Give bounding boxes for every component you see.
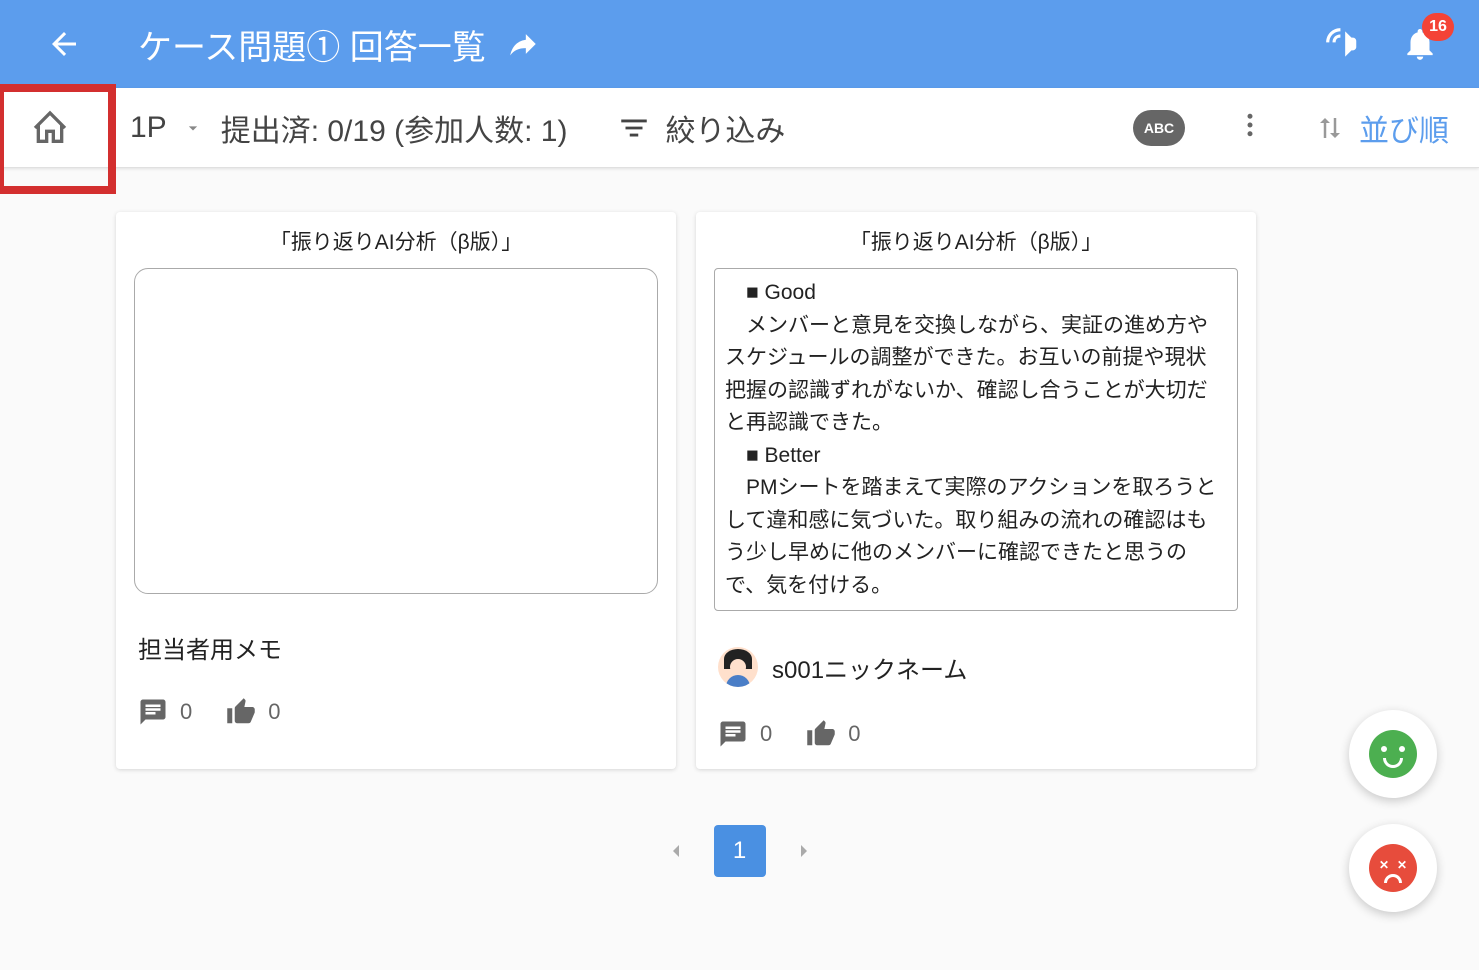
prev-page-button[interactable]: [656, 831, 696, 871]
like-count: 0: [848, 721, 860, 747]
happy-reaction-button[interactable]: [1349, 710, 1437, 798]
card-heading: 「振り返りAI分析（β版）」: [714, 226, 1238, 256]
card-heading: 「振り返りAI分析（β版）」: [134, 226, 658, 256]
toolbar: 1P 提出済: 0/19 (参加人数: 1) 絞り込み ABC 並び順: [0, 88, 1479, 168]
comment-icon: [138, 697, 168, 727]
card-content: ■ Good メンバーと意見を交換しながら、実証の進め方やスケジュールの調整がで…: [714, 268, 1238, 611]
avatar: [718, 647, 758, 687]
more-options-button[interactable]: [1235, 110, 1265, 145]
toolbar-right: ABC 並び順: [1133, 106, 1479, 150]
filter-icon: [617, 111, 651, 145]
author-name: s001ニックネーム: [772, 650, 967, 685]
page-label: 1P: [130, 111, 167, 145]
pagination: 1: [0, 825, 1479, 877]
chevron-down-icon: [183, 118, 203, 138]
page-title: ケース問題① 回答一覧: [138, 20, 486, 69]
more-vert-icon: [1235, 110, 1265, 140]
like-count: 0: [268, 699, 280, 725]
card-author: 担当者用メモ: [134, 630, 658, 665]
card-actions: 0 0: [714, 719, 1238, 749]
comment-count: 0: [180, 699, 192, 725]
happy-face-icon: [1369, 730, 1417, 778]
submission-status: 提出済: 0/19 (参加人数: 1): [221, 106, 568, 150]
like-button[interactable]: 0: [226, 697, 280, 727]
header-bar: ケース問題① 回答一覧 16: [0, 0, 1479, 88]
card-author: s001ニックネーム: [714, 647, 1238, 687]
notification-button[interactable]: 16: [1401, 25, 1439, 63]
sort-label: 並び順: [1359, 106, 1449, 150]
thumbs-up-icon: [806, 719, 836, 749]
arrow-left-icon: [46, 26, 82, 62]
sort-icon: [1315, 113, 1345, 143]
comment-icon: [718, 719, 748, 749]
like-button[interactable]: 0: [806, 719, 860, 749]
filter-button[interactable]: 絞り込み: [617, 106, 785, 150]
megaphone-icon: [1323, 25, 1361, 63]
card-actions: 0 0: [134, 697, 658, 727]
back-button[interactable]: [40, 20, 88, 68]
header-right: 16: [1323, 25, 1459, 63]
content-grid: 「振り返りAI分析（β版）」 担当者用メモ 0 0 「振り返りAI分析（β版）」…: [0, 168, 1479, 789]
home-icon: [30, 108, 70, 148]
chevron-right-icon: [792, 839, 816, 863]
thumbs-up-icon: [226, 697, 256, 727]
notification-badge: 16: [1422, 13, 1454, 41]
sort-button[interactable]: 並び順: [1315, 106, 1449, 150]
card-content: [134, 268, 658, 594]
abc-button[interactable]: ABC: [1133, 110, 1185, 146]
share-arrow-icon: [506, 27, 540, 61]
comment-count: 0: [760, 721, 772, 747]
answer-card[interactable]: 「振り返りAI分析（β版）」 担当者用メモ 0 0: [116, 212, 676, 769]
comment-button[interactable]: 0: [718, 719, 772, 749]
filter-label: 絞り込み: [665, 106, 785, 150]
share-button[interactable]: [506, 27, 540, 61]
author-name: 担当者用メモ: [138, 630, 282, 665]
page-selector[interactable]: 1P: [130, 111, 203, 145]
announcement-button[interactable]: [1323, 25, 1361, 63]
sad-reaction-button[interactable]: ✕ ✕: [1349, 824, 1437, 912]
chevron-left-icon: [664, 839, 688, 863]
answer-card[interactable]: 「振り返りAI分析（β版）」 ■ Good メンバーと意見を交換しながら、実証の…: [696, 212, 1256, 769]
home-button[interactable]: [0, 88, 100, 168]
sad-face-icon: ✕ ✕: [1369, 844, 1417, 892]
home-button-wrapper: [0, 88, 100, 168]
page-number-current[interactable]: 1: [714, 825, 766, 877]
next-page-button[interactable]: [784, 831, 824, 871]
comment-button[interactable]: 0: [138, 697, 192, 727]
